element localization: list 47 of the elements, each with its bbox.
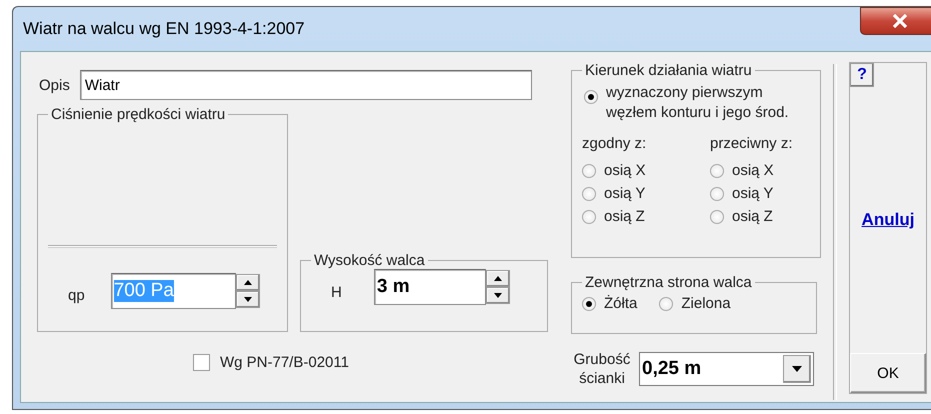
column-heading: zgodny z:	[582, 135, 648, 152]
qp-label: qp	[68, 286, 85, 304]
column-heading: przeciwny z:	[710, 135, 794, 152]
close-icon	[892, 14, 908, 28]
radio-label: Żółta	[604, 295, 638, 312]
radio-button[interactable]	[710, 210, 724, 224]
radio-label: osią X	[732, 162, 774, 179]
radio-label: wyznaczony pierwszym węzłem konturu i jego środ.	[606, 83, 790, 123]
radio-button[interactable]	[582, 164, 596, 178]
thickness-dropdown[interactable]: 0,25 m	[639, 352, 814, 386]
h-label: H	[331, 284, 342, 300]
spin-down-button[interactable]	[486, 287, 510, 304]
radio-label: osią X	[604, 162, 646, 179]
radio-button[interactable]	[584, 90, 598, 104]
radio-button[interactable]	[582, 296, 596, 310]
height-field[interactable]: 3 m	[374, 269, 486, 305]
radio-label: osią Y	[732, 185, 774, 202]
cancel-link[interactable]: Anuluj	[862, 210, 914, 230]
radio-button[interactable]	[582, 210, 596, 224]
radio-label: osią Z	[604, 208, 645, 225]
height-group-title: Wysokość walca	[313, 252, 426, 269]
up-triangle-icon	[244, 280, 252, 285]
spin-down-button[interactable]	[236, 291, 260, 308]
radio-button[interactable]	[659, 296, 674, 310]
description-field[interactable]: Wiatr	[80, 70, 532, 100]
down-triangle-icon	[494, 293, 502, 298]
radio-label: osią Z	[732, 208, 773, 225]
pressure-group-title: Ciśnienie prędkości wiatru	[50, 106, 226, 123]
close-button[interactable]	[860, 7, 931, 35]
thickness-label: Grubość ścianki	[572, 350, 632, 388]
ok-button[interactable]: OK	[850, 353, 926, 393]
up-triangle-icon	[494, 276, 502, 281]
radio-button[interactable]	[710, 186, 724, 200]
radio-label: Zielona	[681, 295, 731, 312]
description-label: Opis	[39, 76, 70, 94]
help-button[interactable]: ?	[850, 63, 874, 87]
radio-button[interactable]	[710, 164, 724, 178]
down-triangle-icon	[244, 297, 252, 302]
window-title: Wiatr na walcu wg EN 1993-4-1:2007	[23, 19, 305, 39]
checkbox-label: Wg PN-77/B-02011	[220, 354, 349, 371]
spin-up-button[interactable]	[486, 270, 510, 287]
surface-group-title: Zewnętrzna strona walca	[584, 274, 753, 291]
radio-button[interactable]	[582, 186, 596, 200]
radio-label: osią Y	[604, 185, 646, 202]
checkbox[interactable]	[193, 354, 210, 371]
spin-up-button[interactable]	[236, 274, 260, 291]
direction-group-title: Kierunek działania wiatru	[584, 62, 753, 79]
